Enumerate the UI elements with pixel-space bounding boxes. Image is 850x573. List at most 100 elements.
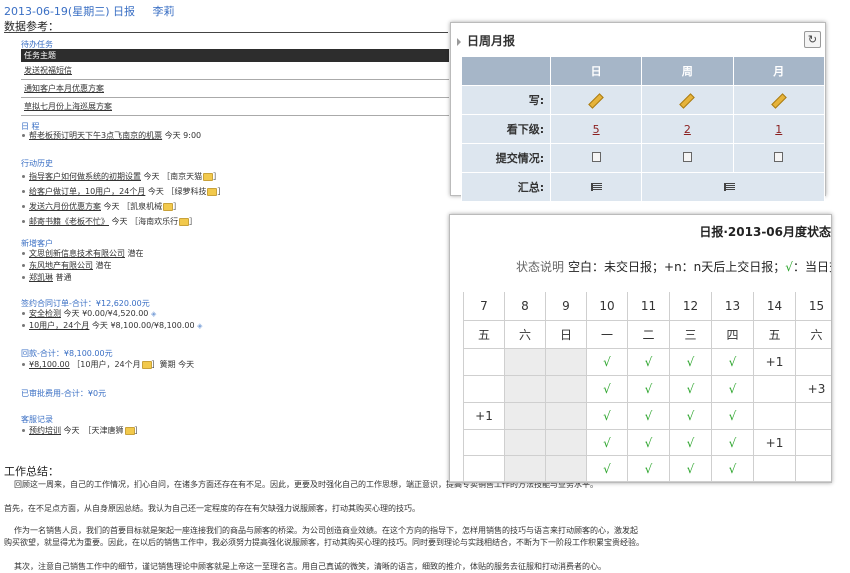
history-link[interactable]: 给客户做订单，10用户，24个月 (29, 187, 145, 196)
schedule-time: 今天 9:00 (164, 131, 202, 140)
history-link[interactable]: 邮寄书籍《老板不忙》 (29, 217, 109, 226)
col-month: 月 (733, 57, 824, 85)
status-cell (796, 456, 831, 482)
day-header: 9 (546, 292, 587, 321)
contract-link[interactable]: 10用户，24个月 (29, 321, 89, 330)
total-day[interactable] (551, 173, 642, 201)
status-cell (546, 376, 587, 403)
contracts-title-text[interactable]: 签约合同订单-合计：¥12,620.00元 (21, 299, 150, 308)
legend-tail: ：当日交 (792, 260, 831, 274)
check-icon: √ (686, 462, 695, 476)
status-cell: √ (670, 349, 712, 376)
write-month[interactable] (733, 86, 824, 114)
contract-link[interactable]: 安全检测 (29, 309, 61, 318)
payment-detail: ［10用户，24个月 (72, 360, 141, 369)
client-link[interactable]: 东风地产有限公司 (29, 261, 93, 270)
arrow-right-icon[interactable]: ◈ (151, 310, 156, 318)
bullet-icon (22, 252, 25, 255)
client-link[interactable]: 文思创新信息技术有限公司 (29, 249, 125, 258)
weekday-header: 二 (628, 321, 670, 349)
status-cell: √ (587, 456, 628, 482)
client-link[interactable]: 郑凯琳 (29, 273, 53, 282)
status-cell (464, 456, 505, 482)
list-item: 文思创新信息技术有限公司 潜在 (22, 248, 144, 260)
report-header: 2013-06-19(星期三) 日报 李莉 (4, 3, 179, 19)
report-user[interactable]: 李莉 (153, 5, 175, 18)
check-icon: √ (644, 382, 653, 396)
report-date[interactable]: 2013-06-19(星期三) 日报 (4, 5, 135, 18)
day-header: 14 (754, 292, 796, 321)
summary-paragraph: 其次，注意自己销售工作中的细节，谨记销售理论中顾客就是上帝这一至理名言。用自己真… (14, 562, 606, 571)
schedule-link[interactable]: 帮老板预订明天下午3点飞南京的机票 (29, 131, 162, 140)
submit-month[interactable] (733, 144, 824, 172)
list-icon[interactable] (590, 182, 602, 191)
visit-link[interactable]: 预约培训 (29, 426, 61, 435)
bullet-icon (22, 190, 25, 193)
document-icon[interactable] (591, 151, 601, 162)
status-cell (505, 403, 546, 430)
sub-count-link[interactable]: 1 (775, 123, 782, 136)
document-icon[interactable] (682, 151, 692, 162)
folder-icon (141, 360, 152, 369)
check-icon: √ (686, 409, 695, 423)
weekday-header: 五 (754, 321, 796, 349)
task-row[interactable]: 草拟七月份上海巡展方案 (21, 98, 449, 116)
list-icon[interactable] (724, 182, 736, 191)
bullet-icon (22, 363, 25, 366)
chevron-right-icon[interactable] (457, 37, 461, 46)
bullet-icon (22, 220, 25, 223)
history-title[interactable]: 行动历史 (21, 158, 53, 169)
col-week: 周 (642, 57, 733, 85)
history-link[interactable]: 发送六月份优惠方案 (29, 202, 101, 211)
weekday-header: 六 (505, 321, 546, 349)
weekday-header: 四 (712, 321, 754, 349)
submit-day[interactable] (551, 144, 642, 172)
payments-title[interactable]: 回款-合计：¥8,100.00元 (21, 348, 113, 359)
pencil-icon[interactable] (771, 92, 787, 109)
total-week[interactable] (642, 173, 824, 201)
arrow-right-icon[interactable]: ◈ (197, 322, 202, 330)
write-week[interactable] (642, 86, 733, 114)
status-cell: √ (670, 430, 712, 456)
check-icon: √ (686, 382, 695, 396)
sub-day: 5 (551, 115, 642, 143)
task-row[interactable]: 发送祝福短信 (21, 62, 449, 80)
folder-icon (163, 202, 174, 211)
visit-meta: 今天 ［天津唐狮 (63, 426, 124, 435)
history-meta: 今天 ［海南欢乐行 (111, 217, 179, 226)
sub-count-link[interactable]: 5 (593, 123, 600, 136)
list-item: 郑凯琳 普通 (22, 272, 144, 284)
pencil-icon[interactable] (679, 92, 696, 109)
history-link[interactable]: 指导客户如何做系统的初期设置 (29, 172, 141, 181)
status-cell (464, 430, 505, 456)
weekday-header: 日 (546, 321, 587, 349)
monthly-status-title: 日报·2013-06月度状态 (699, 225, 831, 239)
legend-text: 空白：未交日报；+n：n天后上交日报； (568, 260, 786, 274)
sub-month: 1 (733, 115, 824, 143)
grid-gutter (450, 292, 464, 482)
payment-item: ¥8,100.00 ［10用户，24个月 ］簧期 今天 (22, 359, 194, 370)
write-day[interactable] (551, 86, 642, 114)
status-cell (546, 456, 587, 482)
report-panel-title: 日周月报 (457, 32, 515, 49)
visits-title[interactable]: 客服记录 (21, 414, 53, 425)
refresh-icon[interactable]: ↻ (804, 31, 821, 48)
sub-count-link[interactable]: 2 (684, 123, 691, 136)
status-cell (796, 349, 831, 376)
submit-week[interactable] (642, 144, 733, 172)
status-cell: √ (587, 376, 628, 403)
document-icon[interactable] (774, 151, 784, 162)
status-cell: √ (670, 456, 712, 482)
status-cell: √ (628, 456, 670, 482)
status-cell: +1 (754, 349, 796, 376)
status-cell: √ (587, 403, 628, 430)
weekday-header: 六 (796, 321, 831, 349)
pencil-icon[interactable] (588, 92, 604, 109)
payment-link[interactable]: ¥8,100.00 (29, 360, 70, 369)
status-cell (464, 349, 505, 376)
sub-week: 2 (642, 115, 733, 143)
folder-icon (203, 172, 214, 181)
expenses-title[interactable]: 已审批费用-合计：¥0元 (21, 388, 106, 399)
day-header: 10 (587, 292, 628, 321)
task-row[interactable]: 通知客户本月优惠方案 (21, 80, 449, 98)
